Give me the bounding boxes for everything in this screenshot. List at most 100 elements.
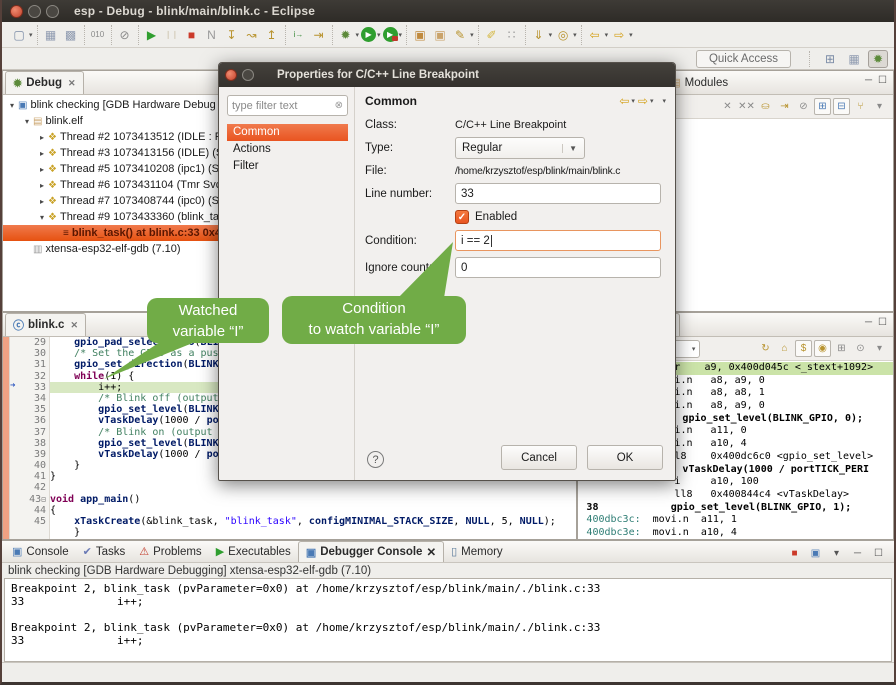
close-icon[interactable]: ✕ [426, 545, 436, 559]
collapsed-icon[interactable]: ▸ [37, 165, 47, 174]
terminate-icon[interactable]: ■ [183, 26, 201, 44]
forward-icon[interactable]: ⇨ [610, 26, 628, 44]
expanded-icon[interactable]: ▾ [7, 101, 17, 110]
instruction-stepping-icon[interactable]: i→ [290, 26, 308, 44]
tab-memory[interactable]: ▯Memory [444, 541, 510, 562]
view-menu-icon[interactable]: ▾ [662, 97, 666, 105]
clear-filter-icon[interactable]: ⊗ [335, 100, 343, 111]
open-new-view-icon[interactable]: ⊞ [833, 340, 850, 357]
ignore-count-input[interactable]: 0 [455, 257, 661, 278]
breakpoint-ruler[interactable]: ➜ [10, 337, 24, 539]
new-wizard-icon[interactable]: ▢ [10, 26, 28, 44]
step-into-icon[interactable]: ↧ [223, 26, 241, 44]
window-maximize-button[interactable] [46, 5, 59, 18]
dialog-close-button[interactable] [225, 69, 237, 81]
binary-icon[interactable]: 010 [89, 26, 107, 44]
collapse-all-icon[interactable]: ⊟ [833, 98, 850, 115]
terminate-console-icon[interactable]: ■ [786, 545, 803, 562]
search-icon[interactable]: ✎ [451, 26, 469, 44]
last-edit-location-icon[interactable]: ⇓ [530, 26, 548, 44]
tab-problems[interactable]: ⚠Problems [132, 541, 208, 562]
run-icon[interactable]: ▶ [361, 27, 376, 42]
expanded-icon[interactable]: ▾ [22, 117, 32, 126]
line-number-input[interactable]: 33 [455, 183, 661, 204]
perspective-cpp-icon[interactable]: ▦ [844, 50, 864, 68]
condition-input[interactable]: i == 2 [455, 230, 661, 251]
breakpoint-marker[interactable]: ➜ [10, 382, 24, 393]
resume-icon[interactable]: ▶ [143, 26, 161, 44]
fold-collapse-icon[interactable]: ⊟ [41, 495, 46, 504]
enabled-checkbox[interactable]: ✓ [455, 210, 469, 224]
collapsed-icon[interactable]: ▸ [37, 197, 47, 206]
chevron-down-icon[interactable]: ▾ [356, 31, 360, 39]
debug-icon[interactable]: ✹ [337, 26, 355, 44]
collapsed-icon[interactable]: ▸ [37, 149, 47, 158]
tab-debug[interactable]: ✹ Debug ✕ [5, 71, 84, 94]
minimize-icon[interactable]: ─ [865, 75, 872, 86]
remove-all-icon[interactable]: ✕✕ [738, 98, 755, 115]
minimize-icon[interactable]: ─ [865, 317, 872, 328]
cancel-button[interactable]: Cancel [501, 445, 577, 470]
disconnect-icon[interactable]: N [203, 26, 221, 44]
chevron-down-icon[interactable]: ▾ [650, 97, 654, 105]
chevron-down-icon[interactable]: ▾ [573, 31, 577, 39]
chevron-down-icon[interactable]: ▾ [470, 31, 474, 39]
view-menu-icon[interactable]: ▾ [871, 98, 888, 115]
step-over-icon[interactable]: ↝ [243, 26, 261, 44]
tab-debugger-console[interactable]: ▣Debugger Console✕ [298, 541, 444, 562]
maximize-icon[interactable]: ☐ [878, 75, 887, 86]
expand-all-icon[interactable]: ⊞ [814, 98, 831, 115]
link-icon[interactable]: ⑂ [852, 98, 869, 115]
trace-icon[interactable]: ∷ [503, 26, 521, 44]
pin-editor-icon[interactable]: ◎ [554, 26, 572, 44]
dialog-nav-filter[interactable]: Filter [227, 158, 348, 175]
sync-icon[interactable]: ◉ [814, 340, 831, 357]
chevron-down-icon[interactable]: ▾ [29, 31, 33, 39]
ok-button[interactable]: OK [587, 445, 663, 470]
import-icon[interactable]: ⇥ [776, 98, 793, 115]
tab-blink-c[interactable]: ⓒ blink.c ✕ [5, 313, 86, 336]
chevron-down-icon[interactable]: ▾ [629, 31, 633, 39]
expanded-icon[interactable]: ▾ [37, 213, 47, 222]
close-icon[interactable]: ✕ [70, 320, 78, 331]
tab-executables[interactable]: ▶Executables [209, 541, 298, 562]
console-output[interactable]: Breakpoint 2, blink_task (pvParameter=0x… [4, 578, 892, 662]
maximize-icon[interactable]: ☐ [870, 545, 887, 562]
disable-icon[interactable]: ⊘ [795, 98, 812, 115]
refresh-icon[interactable]: ↻ [757, 340, 774, 357]
chevron-down-icon[interactable]: ▾ [631, 97, 635, 105]
chevron-down-icon[interactable]: ▾ [549, 31, 553, 39]
help-icon[interactable]: ? [367, 451, 384, 468]
collapsed-icon[interactable]: ▸ [37, 133, 47, 142]
quick-access-button[interactable]: Quick Access [696, 50, 791, 68]
step-return-icon[interactable]: ↥ [263, 26, 281, 44]
back-icon[interactable]: ⇦ [619, 94, 629, 108]
use-step-filters-icon[interactable]: ⇥ [310, 26, 328, 44]
dialog-nav-common[interactable]: Common [227, 124, 348, 141]
close-icon[interactable]: ✕ [68, 78, 76, 89]
save-icon[interactable]: ▦ [42, 26, 60, 44]
minimize-icon[interactable]: ─ [849, 545, 866, 562]
forward-icon[interactable]: ⇨ [638, 94, 648, 108]
open-element-icon[interactable]: ▣ [431, 26, 449, 44]
perspective-debug-icon[interactable]: ✹ [868, 50, 888, 68]
view-menu-icon[interactable]: ▾ [871, 340, 888, 357]
external-tools-icon[interactable]: ▶ [383, 27, 398, 42]
window-close-button[interactable] [10, 5, 23, 18]
suspend-icon[interactable]: ❙❙ [163, 26, 181, 44]
edit-group-icon[interactable]: ⛀ [757, 98, 774, 115]
console-dropdown-icon[interactable]: ▾ [828, 545, 845, 562]
chevron-down-icon[interactable]: ▾ [399, 31, 403, 39]
window-minimize-button[interactable] [28, 5, 41, 18]
skip-all-breakpoints-icon[interactable]: ⊘ [116, 26, 134, 44]
type-dropdown[interactable]: Regular ▼ [455, 137, 585, 159]
show-source-icon[interactable]: $ [795, 340, 812, 357]
pin-icon[interactable]: ⊙ [852, 340, 869, 357]
chevron-down-icon[interactable]: ▾ [605, 31, 609, 39]
tab-console[interactable]: ▣Console [5, 541, 76, 562]
breakpoint-arrow-icon[interactable]: ➜ [10, 381, 15, 392]
remove-icon[interactable]: ✕ [719, 98, 736, 115]
open-perspective-icon[interactable]: ⊞ [820, 50, 840, 68]
display-console-icon[interactable]: ▣ [807, 545, 824, 562]
mark-occurrences-icon[interactable]: ✐ [483, 26, 501, 44]
